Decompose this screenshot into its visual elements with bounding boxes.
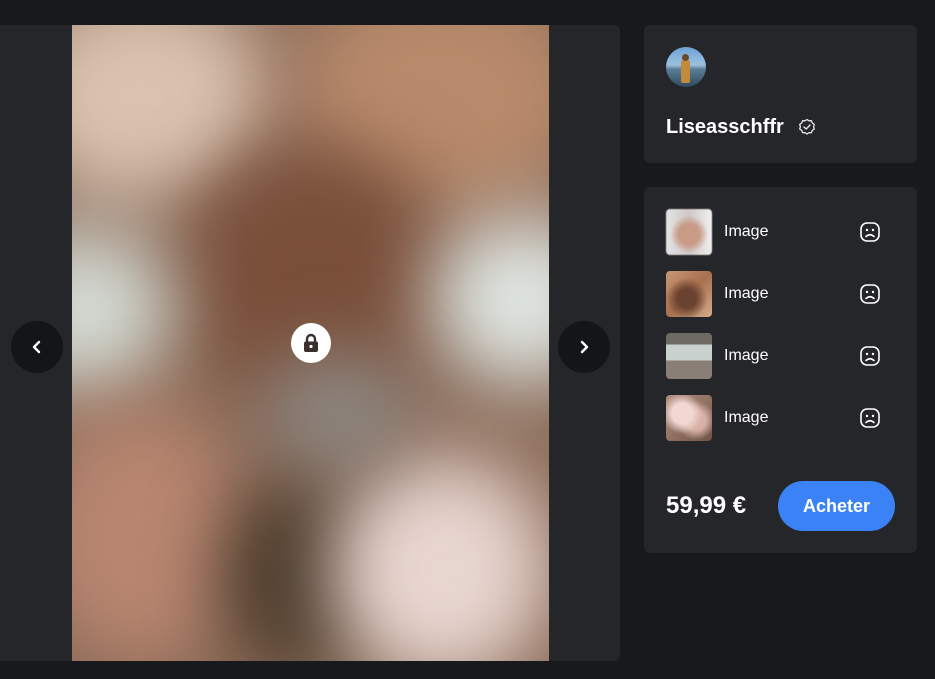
sad-face-icon bbox=[860, 284, 880, 304]
pack-contents-card: Image Image Image Image 59,99 € Acheter bbox=[644, 187, 917, 553]
sad-face-icon bbox=[860, 408, 880, 428]
list-item[interactable]: Image bbox=[666, 209, 896, 255]
thumbnail bbox=[666, 271, 712, 317]
item-label: Image bbox=[724, 223, 769, 240]
buy-button[interactable]: Acheter bbox=[778, 481, 895, 531]
verified-check-icon bbox=[799, 118, 815, 135]
thumbnail bbox=[666, 209, 712, 255]
thumbnail bbox=[666, 333, 712, 379]
username[interactable]: Liseasschffr bbox=[666, 116, 784, 139]
list-item[interactable]: Image bbox=[666, 333, 896, 379]
unlock-button[interactable] bbox=[291, 323, 331, 363]
price: 59,99 € bbox=[666, 492, 747, 519]
thumbnail bbox=[666, 395, 712, 441]
next-button[interactable] bbox=[558, 321, 610, 373]
list-item[interactable]: Image bbox=[666, 271, 896, 317]
sad-face-icon bbox=[860, 222, 880, 242]
avatar[interactable] bbox=[666, 47, 706, 87]
lock-icon bbox=[304, 333, 318, 352]
creator-profile-card: Liseasschffr bbox=[644, 25, 917, 163]
item-label: Image bbox=[724, 409, 769, 426]
media-viewer bbox=[0, 25, 620, 661]
list-item[interactable]: Image bbox=[666, 395, 896, 441]
sad-face-icon bbox=[860, 346, 880, 366]
previous-button[interactable] bbox=[11, 321, 63, 373]
chevron-left-icon bbox=[32, 340, 41, 354]
item-label: Image bbox=[724, 285, 769, 302]
locked-media-preview[interactable] bbox=[72, 25, 549, 661]
item-label: Image bbox=[724, 347, 769, 364]
chevron-right-icon bbox=[580, 340, 589, 354]
